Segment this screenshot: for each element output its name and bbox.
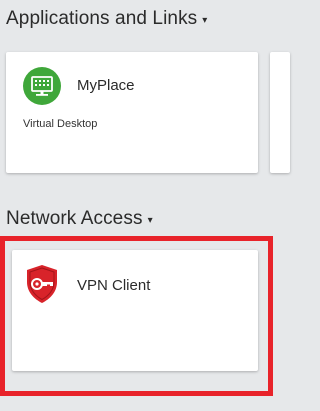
caret-down-icon: ▾ xyxy=(202,14,208,26)
applications-section-header[interactable]: Applications and Links ▾ xyxy=(6,8,207,30)
page: Applications and Links ▾ MyPlace Virtual… xyxy=(0,0,290,411)
next-tile-partial[interactable] xyxy=(270,52,290,173)
myplace-tile-name: MyPlace xyxy=(77,77,135,94)
myplace-tile-subtitle: Virtual Desktop xyxy=(23,118,98,130)
vpn-shield-icon xyxy=(24,264,60,304)
myplace-tile[interactable]: MyPlace Virtual Desktop xyxy=(6,52,258,173)
virtual-desktop-icon xyxy=(23,67,61,105)
network-access-section-title: Network Access xyxy=(6,208,143,229)
network-access-section-header[interactable]: Network Access ▾ xyxy=(6,208,153,230)
applications-section-title: Applications and Links xyxy=(6,8,198,29)
vpn-client-tile-name: VPN Client xyxy=(77,277,151,294)
caret-down-icon: ▾ xyxy=(147,214,153,226)
vpn-client-tile[interactable]: VPN Client xyxy=(12,250,258,371)
